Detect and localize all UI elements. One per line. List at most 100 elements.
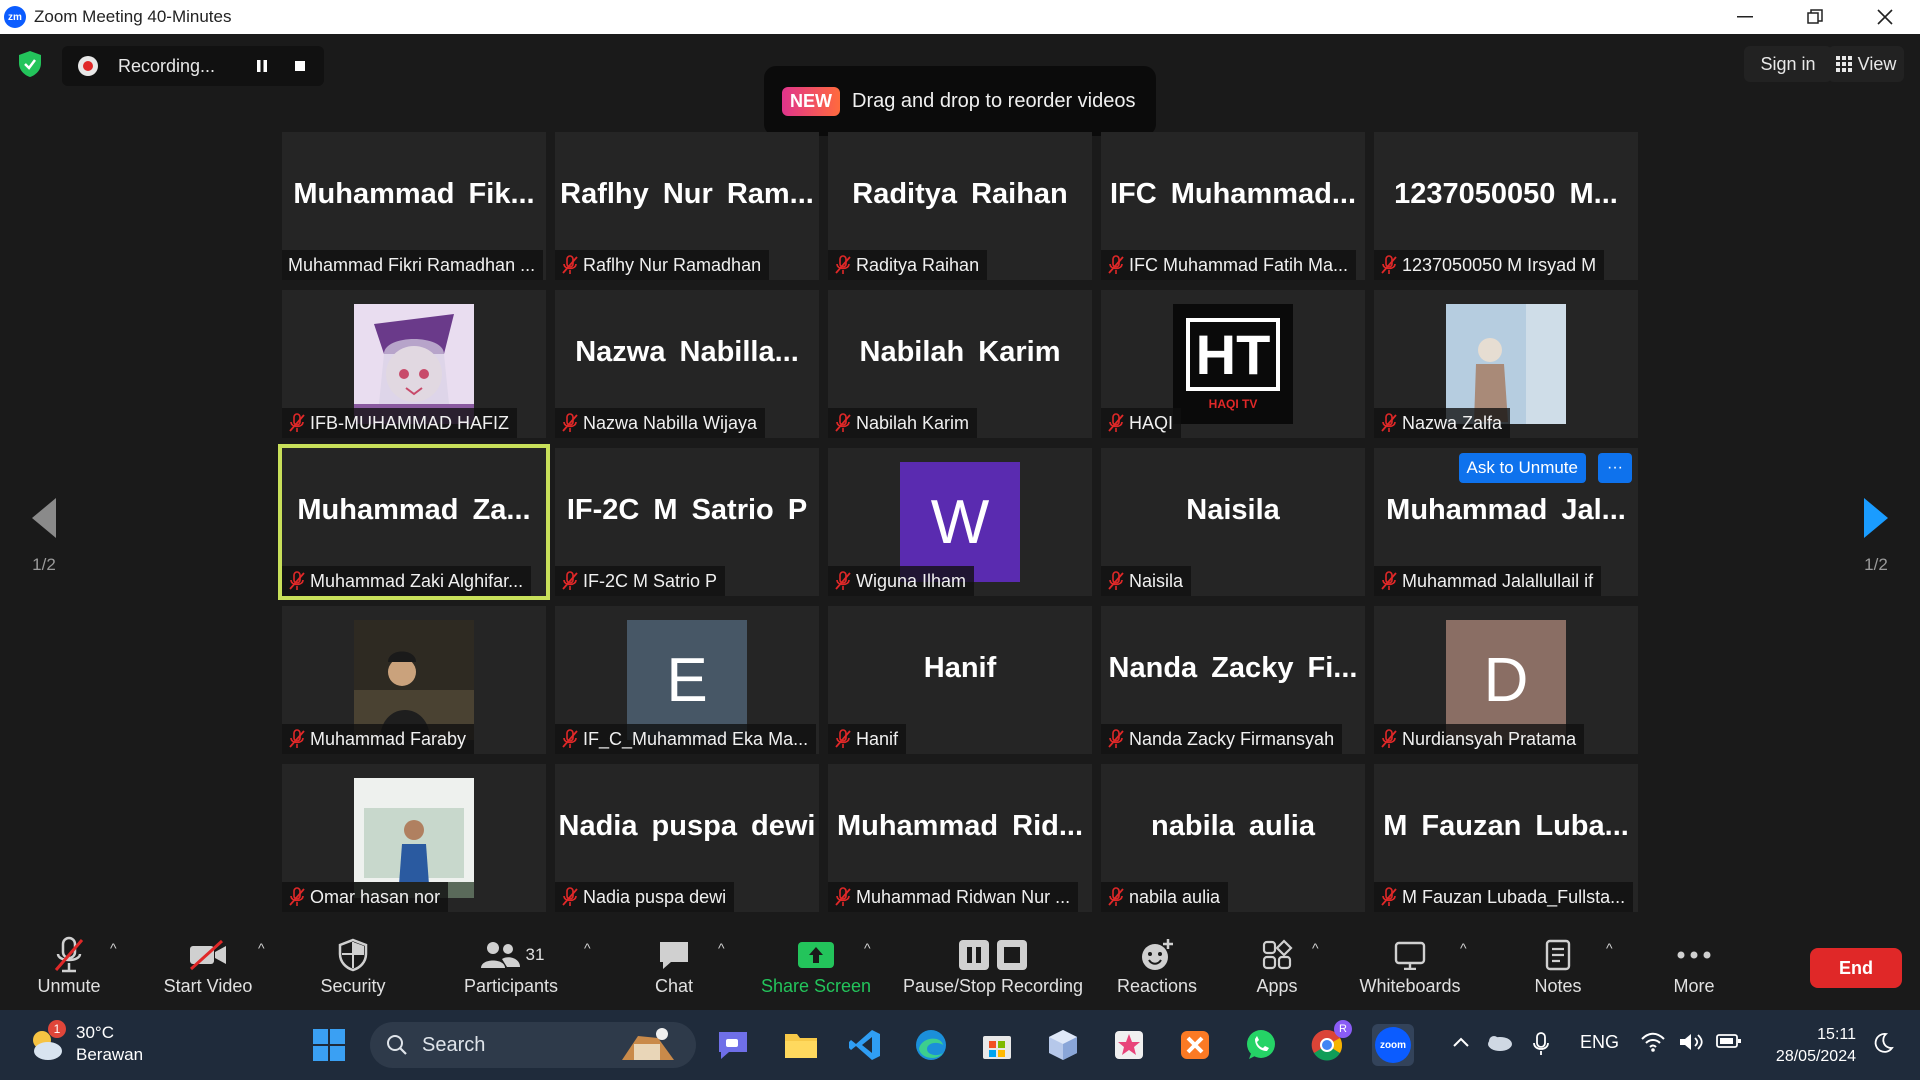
audio-options-caret-icon[interactable]: ^ (110, 940, 117, 956)
end-meeting-button[interactable]: End (1810, 948, 1902, 988)
share-caret-icon[interactable]: ^ (864, 940, 871, 956)
share-screen-button[interactable]: Share Screen (758, 934, 874, 1006)
participant-tile[interactable]: Nabilah Karim Nabilah Karim (828, 290, 1092, 438)
chat-caret-icon[interactable]: ^ (718, 940, 725, 956)
participant-tile[interactable]: E IF_C_Muhammad Eka Ma... (555, 606, 819, 754)
participant-tile[interactable]: HT HAQI TV HAQI (1101, 290, 1365, 438)
whatsapp-app-icon[interactable] (1240, 1024, 1282, 1066)
participant-tile[interactable]: nabila aulia nabila aulia (1101, 764, 1365, 912)
participant-display-name: Nanda Zacky Fi... (1108, 652, 1358, 684)
participant-name: Nadia puspa dewi (583, 886, 727, 907)
participant-tile[interactable]: Muhammad Rid... Muhammad Ridwan Nur ... (828, 764, 1092, 912)
file-explorer-icon[interactable] (780, 1024, 822, 1066)
minimize-button[interactable] (1710, 0, 1780, 34)
participant-tile[interactable]: Raflhy Nur Ram... Raflhy Nur Ramadhan (555, 132, 819, 280)
restore-button[interactable] (1780, 0, 1850, 34)
participant-tile[interactable]: W Wiguna Ilham (828, 448, 1092, 596)
whiteboards-caret-icon[interactable]: ^ (1460, 940, 1467, 956)
participant-tile[interactable]: D Nurdiansyah Pratama (1374, 606, 1638, 754)
participant-tile[interactable]: Muhammad Jal... Ask to Unmute ··· Muhammad … (1374, 448, 1638, 596)
notification-moon-icon[interactable] (1872, 1032, 1894, 1059)
unmute-button[interactable]: Unmute (34, 934, 104, 1006)
grid-view-icon (1835, 56, 1852, 72)
microsoft-store-icon[interactable] (976, 1024, 1018, 1066)
participant-tile[interactable]: Nazwa Nabilla... Nazwa Nabilla Wijaya (555, 290, 819, 438)
volume-icon[interactable] (1678, 1032, 1704, 1057)
page-indicator-left: 1/2 (32, 555, 56, 574)
participant-name: Muhammad Ridwan Nur ... (856, 886, 1071, 907)
windows-start-button[interactable] (308, 1024, 350, 1066)
mic-muted-icon (1376, 727, 1402, 751)
participant-tile[interactable]: IF-2C M Satrio P IF-2C M Satrio P (555, 448, 819, 596)
reactions-button[interactable]: Reactions (1114, 934, 1200, 1006)
prev-page-nav[interactable]: 1/2 (14, 496, 74, 576)
participant-tile[interactable]: IFB-MUHAMMAD HAFIZ (282, 290, 546, 438)
participant-tile[interactable]: Nanda Zacky Fi... Nanda Zacky Firmansyah (1101, 606, 1365, 754)
participant-tile[interactable]: Muhammad Faraby (282, 606, 546, 754)
pause-stop-recording-button[interactable]: Pause/Stop Recording (898, 934, 1088, 1006)
participant-name: Omar hasan nor (310, 886, 441, 907)
tile-more-options-button[interactable]: ··· (1598, 453, 1632, 483)
next-page-nav[interactable]: 1/2 (1846, 496, 1906, 576)
photos-app-icon[interactable] (1108, 1024, 1150, 1066)
participant-tile[interactable]: Omar hasan nor (282, 764, 546, 912)
mic-muted-icon (557, 727, 583, 751)
apps-button[interactable]: Apps (1252, 934, 1302, 1006)
encryption-shield-icon[interactable] (18, 50, 42, 78)
onedrive-cloud-icon[interactable] (1484, 1032, 1514, 1057)
start-video-button[interactable]: Start Video (160, 934, 256, 1006)
more-button[interactable]: More (1666, 934, 1722, 1006)
edge-browser-icon[interactable] (910, 1024, 952, 1066)
chrome-profile-badge: R (1334, 1020, 1352, 1038)
language-indicator[interactable]: ENG (1580, 1032, 1619, 1053)
participant-display-name: Muhammad Rid... (836, 810, 1084, 842)
participants-button[interactable]: 31 Participants (456, 934, 566, 1006)
participants-caret-icon[interactable]: ^ (584, 940, 591, 956)
view-button[interactable]: View (1828, 46, 1904, 82)
participant-name-label: Nurdiansyah Pratama (1374, 724, 1585, 754)
participant-name-label: nabila aulia (1101, 882, 1229, 912)
stop-recording-button[interactable] (284, 50, 316, 82)
participant-name: M Fauzan Lubada_Fullsta... (1402, 886, 1626, 907)
notes-button[interactable]: Notes (1528, 934, 1588, 1006)
participant-tile[interactable]: Naisila Naisila (1101, 448, 1365, 596)
participant-name: IF_C_Muhammad Eka Ma... (583, 728, 809, 749)
weather-widget[interactable]: 1 30°C Berawan (26, 1020, 143, 1066)
participant-name: Nabilah Karim (856, 412, 970, 433)
sign-in-button[interactable]: Sign in (1744, 46, 1832, 82)
participant-tile[interactable]: Nazwa Zalfa (1374, 290, 1638, 438)
participant-tile[interactable]: Raditya Raihan Raditya Raihan (828, 132, 1092, 280)
chrome-browser-icon[interactable]: R (1306, 1020, 1352, 1066)
xampp-app-icon[interactable] (1174, 1024, 1216, 1066)
participant-tile[interactable]: Nadia puspa dewi Nadia puspa dewi (555, 764, 819, 912)
haqi-tv-logo: HT HAQI TV (1173, 304, 1293, 424)
taskbar-search[interactable]: Search (370, 1022, 696, 1068)
vscode-app-icon[interactable] (844, 1024, 886, 1066)
teams-chat-app-icon[interactable] (712, 1024, 754, 1066)
security-button[interactable]: Security (314, 934, 392, 1006)
participant-tile[interactable]: IFC Muhammad... IFC Muhammad Fatih Ma... (1101, 132, 1365, 280)
participant-tile[interactable]: Muhammad Fik... Muhammad Fikri Ramadhan .… (282, 132, 546, 280)
taskbar-clock[interactable]: 15:11 28/05/2024 (1752, 1024, 1856, 1068)
battery-icon[interactable] (1716, 1032, 1742, 1055)
video-options-caret-icon[interactable]: ^ (258, 940, 265, 956)
participant-tile[interactable]: M Fauzan Luba... M Fauzan Lubada_Fullsta.… (1374, 764, 1638, 912)
close-button[interactable] (1850, 0, 1920, 34)
share-screen-label: Share Screen (760, 976, 872, 996)
ask-to-unmute-button[interactable]: Ask to Unmute (1458, 453, 1586, 483)
show-hidden-icons-caret-icon[interactable] (1452, 1032, 1470, 1053)
microphone-tray-icon[interactable] (1532, 1032, 1550, 1061)
chat-button[interactable]: Chat (644, 934, 704, 1006)
whiteboards-button[interactable]: Whiteboards (1354, 934, 1466, 1006)
pause-recording-button[interactable] (246, 50, 278, 82)
virtual-box-icon[interactable] (1042, 1024, 1084, 1066)
notes-caret-icon[interactable]: ^ (1606, 940, 1613, 956)
participant-tile[interactable]: 1237050050 M... 1237050050 M Irsyad M (1374, 132, 1638, 280)
participant-name-label: Naisila (1101, 566, 1192, 596)
wifi-icon[interactable] (1640, 1032, 1666, 1057)
apps-caret-icon[interactable]: ^ (1312, 940, 1319, 956)
participant-tile[interactable]: Muhammad Za... Muhammad Zaki Alghifar... (278, 444, 550, 600)
avatar-letter-d: D (1446, 620, 1566, 740)
participant-tile[interactable]: Hanif Hanif (828, 606, 1092, 754)
zoom-taskbar-icon[interactable]: zoom (1372, 1024, 1414, 1066)
